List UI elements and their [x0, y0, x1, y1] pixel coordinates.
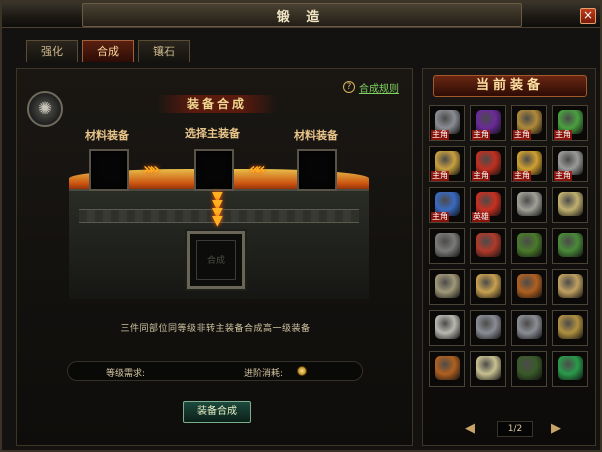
whip-icon — [435, 356, 460, 380]
result-slot[interactable]: 合成 — [187, 231, 245, 289]
owner-tag: 主角 — [513, 130, 531, 140]
equipment-slot[interactable] — [470, 351, 506, 387]
equipment-panel: 当前装备 主角 主角 主角 主角 主角 主角 主角 主角 主角 英雄 ◀ 1/2 ▶ — [422, 68, 596, 446]
equipment-slot[interactable] — [470, 228, 506, 264]
material-slot-left[interactable] — [89, 149, 129, 191]
owner-tag: 主角 — [554, 130, 572, 140]
section-title: 装备合成 — [157, 95, 277, 113]
equipment-slot[interactable] — [552, 269, 588, 305]
equipment-slot[interactable]: 主角 — [429, 187, 465, 223]
equipment-slot[interactable]: 英雄 — [470, 187, 506, 223]
next-page-icon[interactable]: ▶ — [549, 421, 563, 437]
title-bar[interactable]: 锻 造 × — [2, 2, 600, 28]
dark-helmet-icon — [517, 356, 542, 380]
equipment-slot[interactable] — [429, 310, 465, 346]
equipment-slot[interactable]: 主角 — [470, 146, 506, 182]
equipment-slot[interactable] — [552, 228, 588, 264]
equipment-slot[interactable]: 主角 — [470, 105, 506, 141]
helmet-icon — [476, 315, 501, 339]
bracelet-icon — [435, 233, 460, 257]
tab-strengthen[interactable]: 强化 — [26, 40, 78, 62]
rune-medal-icon: ✺ — [27, 91, 63, 127]
level-requirement-label: 等级需求: — [106, 369, 146, 379]
whip-icon — [517, 274, 542, 298]
sword-icon — [435, 315, 460, 339]
owner-tag: 主角 — [472, 171, 490, 181]
craft-button[interactable]: 装备合成 — [183, 401, 251, 423]
prev-page-icon[interactable]: ◀ — [463, 421, 477, 437]
forge-window: 锻 造 × 强化 合成 镶石 ✺ ? 合成规则 装备合成 材料装备 选择主装备 … — [0, 0, 602, 452]
tab-synthesize[interactable]: 合成 — [82, 40, 134, 62]
equipment-slot[interactable]: 主角 — [429, 105, 465, 141]
equipment-slot[interactable] — [511, 187, 547, 223]
pants-icon — [435, 274, 460, 298]
arrow-left-icon: «« — [249, 159, 266, 178]
owner-tag: 主角 — [431, 212, 449, 222]
rules-link[interactable]: 合成规则 — [359, 80, 399, 95]
helmet-icon — [517, 315, 542, 339]
equipment-slot[interactable] — [552, 187, 588, 223]
window-title: 锻 造 — [276, 10, 326, 25]
requirement-bar: 等级需求: 进阶消耗: — [67, 361, 363, 381]
equipment-slot[interactable]: 主角 — [429, 146, 465, 182]
material-slot-right[interactable] — [297, 149, 337, 191]
equipment-slot[interactable]: 主角 — [552, 146, 588, 182]
gold-armor-icon — [476, 274, 501, 298]
equipment-slot[interactable] — [429, 269, 465, 305]
equipment-slot[interactable] — [429, 351, 465, 387]
green-helmet-icon — [517, 233, 542, 257]
owner-tag: 主角 — [431, 171, 449, 181]
close-icon[interactable]: × — [580, 8, 596, 24]
owner-tag: 主角 — [472, 130, 490, 140]
spear-icon — [558, 274, 583, 298]
tab-inlay[interactable]: 镶石 — [138, 40, 190, 62]
main-equipment-slot[interactable] — [194, 149, 234, 191]
forge-panel: ✺ ? 合成规则 装备合成 材料装备 选择主装备 材料装备 »» «« ▼ ▼ ▼ ▼… — [16, 68, 413, 446]
equipment-slot[interactable] — [511, 310, 547, 346]
page-indicator: 1/2 — [497, 421, 533, 437]
equipment-title: 当前装备 — [433, 75, 587, 97]
equipment-slot[interactable] — [470, 269, 506, 305]
green-armor-icon — [558, 233, 583, 257]
arrow-down-icon: ▼ ▼ ▼ ▼ — [212, 189, 223, 229]
equipment-slot[interactable]: 主角 — [511, 105, 547, 141]
armor-icon — [558, 192, 583, 216]
equipment-slot[interactable] — [511, 228, 547, 264]
armor-red-icon — [476, 233, 501, 257]
owner-tag: 英雄 — [472, 212, 490, 222]
equipment-slot[interactable] — [470, 310, 506, 346]
equipment-slot[interactable]: 主角 — [552, 105, 588, 141]
owner-tag: 主角 — [554, 171, 572, 181]
pager: ◀ 1/2 ▶ — [463, 419, 563, 439]
equipment-slot[interactable] — [511, 351, 547, 387]
jade-bangle-icon — [558, 356, 583, 380]
owner-tag: 主角 — [431, 130, 449, 140]
gold-helmet-icon — [558, 315, 583, 339]
arrow-right-icon: »» — [143, 159, 160, 178]
material-label-right: 材料装备 — [294, 129, 338, 142]
upgrade-cost-label: 进阶消耗: — [244, 369, 284, 379]
staff-icon — [476, 356, 501, 380]
owner-tag: 主角 — [513, 171, 531, 181]
coin-icon — [297, 366, 307, 376]
equipment-slot[interactable] — [511, 269, 547, 305]
equipment-slot[interactable] — [552, 310, 588, 346]
result-placeholder: 合成 — [196, 240, 236, 280]
material-label-left: 材料装备 — [85, 129, 129, 142]
help-icon[interactable]: ? — [343, 81, 355, 93]
equipment-slot[interactable] — [552, 351, 588, 387]
equipment-slot[interactable]: 主角 — [511, 146, 547, 182]
equipment-slot[interactable] — [429, 228, 465, 264]
bracer-icon — [517, 192, 542, 216]
synthesis-description: 三件同部位同等级非转主装备合成高一级装备 — [120, 324, 311, 334]
main-equipment-label: 选择主装备 — [185, 127, 240, 140]
